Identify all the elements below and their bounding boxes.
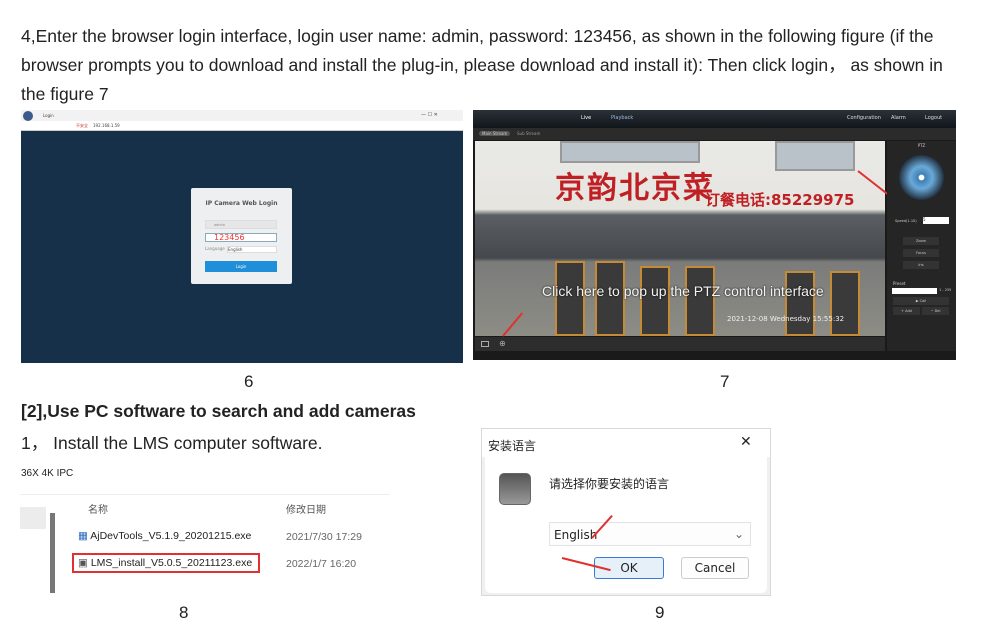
intro-paragraph: 4,Enter the browser login interface, log…: [21, 22, 981, 109]
stream-tabs: Main Stream Sub Stream: [473, 128, 956, 140]
step-text: 1， Install the LMS computer software.: [21, 433, 323, 453]
preset-range: 1 - 255: [939, 288, 952, 292]
installer-icon: [499, 473, 531, 505]
browser-logo-icon: [23, 111, 33, 121]
file-row[interactable]: ▦ AjDevTools_V5.1.9_20201215.exe: [78, 530, 251, 542]
preset-add-button[interactable]: + Add: [893, 307, 920, 315]
folder-path: 36X 4K IPC: [21, 468, 74, 479]
nav-pane: [20, 507, 46, 529]
login-button[interactable]: Login: [205, 261, 277, 272]
password-field[interactable]: 123456: [205, 233, 277, 242]
language-dialog: 安装语言 ✕ 请选择你要安装的语言 English ⌄ OK Cancel: [481, 428, 771, 596]
video-toolbar: ⊕: [475, 337, 885, 351]
ptz-annotation: Click here to pop up the PTZ control int…: [542, 283, 824, 299]
login-title: IP Camera Web Login: [205, 200, 278, 207]
intro-line: the figure 7: [21, 84, 109, 104]
tab-sub-stream[interactable]: Sub Stream: [517, 131, 540, 136]
exe-icon: ▦: [78, 530, 88, 542]
column-name[interactable]: 名称: [88, 501, 108, 516]
chevron-down-icon: ⌄: [733, 527, 744, 541]
column-date[interactable]: 修改日期: [286, 501, 326, 516]
camera-video[interactable]: 京韵北京菜 订餐电话:85229975 Click here to pop up…: [475, 141, 885, 336]
ptz-panel: PTZ Speed(1-10) 5 Zoom Focus Iris Preset…: [887, 141, 956, 351]
selected-language: English: [554, 528, 598, 542]
address-bar[interactable]: 不安全 192.168.1.59: [21, 121, 463, 131]
speed-label: Speed(1-10): [895, 219, 917, 223]
dialog-title: 安装语言: [488, 439, 537, 453]
close-icon[interactable]: ✕: [740, 434, 752, 450]
file-name: LMS_install_V5.0.5_20211123.exe: [90, 557, 253, 569]
browser-tabbar: Login — ☐ ✕: [21, 110, 463, 121]
nav-logout[interactable]: Logout: [925, 115, 942, 121]
figure-caption: 7: [720, 372, 730, 391]
preset-del-button[interactable]: − Del: [922, 307, 949, 315]
figure-6-browser-login: Login — ☐ ✕ 不安全 192.168.1.59 IP Camera W…: [21, 110, 463, 363]
zoom-button[interactable]: Zoom: [903, 237, 939, 245]
file-date: 2021/7/30 17:29: [286, 531, 362, 543]
figure-7-live-view: Live Playback Configuration Alarm Logout…: [473, 110, 956, 360]
language-label: Language: [205, 246, 225, 251]
intro-line: browser prompts you to download and inst…: [21, 55, 943, 75]
preset-label: Preset: [893, 281, 906, 286]
figure-caption: 9: [655, 603, 665, 622]
preset-call-button[interactable]: ▶ Call: [893, 297, 949, 305]
dialog-titlebar: 安装语言 ✕: [482, 429, 770, 457]
file-list: 名称 修改日期 ▦ AjDevTools_V5.1.9_20201215.exe…: [20, 494, 390, 593]
ptz-title: PTZ: [917, 143, 926, 148]
login-box: IP Camera Web Login admin 123456 Languag…: [191, 188, 292, 284]
installer-icon: ▣: [78, 557, 88, 569]
fullscreen-icon[interactable]: [481, 341, 489, 347]
shop-phone: 订餐电话:85229975: [705, 191, 855, 209]
username-field[interactable]: admin: [205, 220, 277, 229]
security-warning: 不安全: [76, 123, 88, 128]
url-text[interactable]: 192.168.1.59: [93, 123, 120, 128]
nav-configuration[interactable]: Configuration: [847, 115, 881, 121]
nav-playback[interactable]: Playback: [611, 115, 633, 121]
speed-select[interactable]: 5: [923, 217, 949, 224]
file-name: AjDevTools_V5.1.9_20201215.exe: [90, 530, 252, 542]
figure-caption: 8: [179, 603, 189, 622]
tab-main-stream[interactable]: Main Stream: [479, 131, 511, 136]
ptz-toggle-icon[interactable]: ⊕: [499, 339, 506, 348]
language-select[interactable]: English: [227, 246, 277, 253]
language-select[interactable]: English ⌄: [549, 522, 751, 546]
cancel-button[interactable]: Cancel: [681, 557, 749, 579]
browser-tab[interactable]: Login: [43, 113, 54, 118]
nav-alarm[interactable]: Alarm: [891, 115, 906, 121]
ptz-direction-dial[interactable]: [899, 155, 944, 200]
dialog-prompt: 请选择你要安装的语言: [549, 477, 670, 491]
focus-button[interactable]: Focus: [903, 249, 939, 257]
section-heading: [2],Use PC software to search and add ca…: [21, 401, 416, 421]
iris-button[interactable]: Iris: [903, 261, 939, 269]
nav-live[interactable]: Live: [581, 115, 591, 121]
shop-sign: 京韵北京菜: [555, 171, 715, 206]
top-nav: Live Playback Configuration Alarm Logout: [473, 110, 956, 128]
figure-caption: 6: [244, 372, 254, 391]
intro-line: 4,Enter the browser login interface, log…: [21, 26, 934, 46]
osd-timestamp: 2021-12-08 Wednesday 15:55:32: [727, 315, 845, 323]
preset-select[interactable]: [892, 288, 937, 294]
file-row[interactable]: ▣ LMS_install_V5.0.5_20211123.exe: [78, 557, 252, 569]
window-controls-icon[interactable]: — ☐ ✕: [421, 112, 438, 118]
scrollbar[interactable]: [50, 513, 55, 593]
file-date: 2022/1/7 16:20: [286, 558, 357, 570]
